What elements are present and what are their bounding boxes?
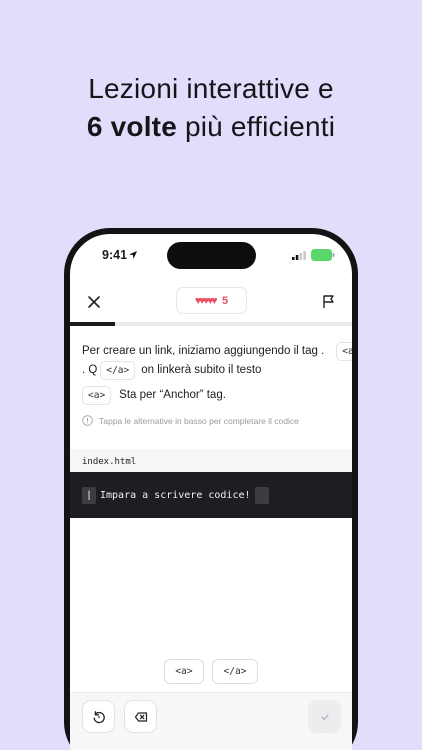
phone-frame: 9:41 ♥♥♥♥♥ 5 Per creare un link, iniziam… — [64, 228, 358, 750]
instruction-prefix-2: . Q — [82, 364, 98, 376]
code-chip-close-tag: </a> — [100, 361, 136, 380]
headline-rest: più efficienti — [176, 111, 336, 142]
instruction-text-1: Per creare un link, iniziamo aggiungendo… — [82, 345, 325, 357]
lives-badge[interactable]: ♥♥♥♥♥ 5 — [176, 287, 247, 314]
instructions: Per creare un link, iniziamo aggiungendo… — [82, 334, 352, 426]
lesson-topbar: ♥♥♥♥♥ 5 — [70, 284, 352, 324]
reset-icon — [93, 710, 105, 723]
hearts-icon: ♥♥♥♥♥ — [194, 294, 218, 307]
location-arrow-icon — [129, 251, 137, 259]
info-icon — [82, 415, 93, 426]
code-slot-open[interactable]: | — [82, 486, 96, 504]
instruction-text-3: Sta per “Anchor” tag. — [119, 389, 226, 401]
option-close-tag[interactable]: </a> — [212, 659, 258, 684]
hearts-count: 5 — [222, 294, 229, 307]
bottom-toolbar — [70, 692, 352, 750]
headline: Lezioni interattive e 6 volte più effici… — [0, 70, 422, 146]
instruction-line-1: Per creare un link, iniziamo aggiungendo… — [82, 342, 352, 361]
headline-bold: 6 volte — [86, 111, 177, 142]
file-tab: index.html — [70, 450, 352, 472]
status-time: 9:41 — [102, 248, 128, 262]
check-button[interactable] — [308, 700, 341, 733]
answer-options: <a> </a> — [70, 659, 352, 684]
close-icon[interactable] — [86, 294, 102, 310]
backspace-icon — [134, 711, 147, 722]
headline-line1: Lezioni interattive e — [88, 73, 334, 104]
hint: Tappa le alternative in basso per comple… — [82, 415, 344, 426]
dynamic-island — [167, 242, 256, 269]
battery-icon — [311, 249, 335, 261]
status-bar: 9:41 — [70, 234, 352, 284]
code-chip-anchor: <a> — [82, 386, 112, 405]
signal-icon — [292, 251, 306, 260]
headline-line2: 6 volte più efficienti — [0, 108, 422, 146]
reset-button[interactable] — [82, 700, 115, 733]
code-chip-open-tag: <a> — [336, 342, 352, 361]
check-icon — [320, 713, 329, 720]
option-open-tag[interactable]: <a> — [164, 659, 204, 684]
lesson-progress-fill — [70, 322, 116, 326]
backspace-button[interactable] — [124, 700, 157, 733]
code-text: Impara a scrivere codice! — [100, 489, 251, 501]
flag-icon[interactable] — [322, 294, 336, 309]
cursor: | — [87, 489, 91, 501]
hint-text: Tappa le alternative in basso per comple… — [99, 415, 299, 426]
lesson-progress — [70, 322, 352, 326]
code-slot-close[interactable] — [254, 486, 269, 504]
instruction-text-2: on linkerà subito il testo — [141, 364, 262, 376]
instruction-line-2: . Q </a> on linkerà subito il testo — [82, 361, 344, 380]
phone-screen: 9:41 ♥♥♥♥♥ 5 Per creare un link, iniziam… — [70, 234, 352, 750]
code-editor: | Impara a scrivere codice! — [70, 472, 352, 518]
instruction-line-3: <a> Sta per “Anchor” tag. — [82, 386, 344, 405]
